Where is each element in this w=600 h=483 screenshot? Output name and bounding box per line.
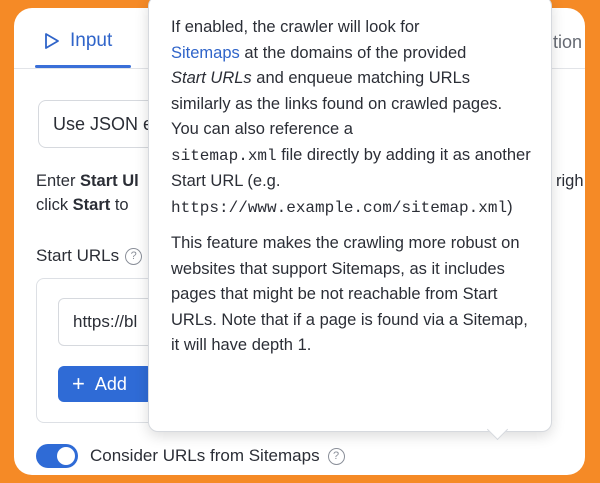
instruction-bold: Start bbox=[72, 196, 111, 214]
play-icon bbox=[44, 32, 60, 50]
sitemaps-tooltip: If enabled, the crawler will look for Si… bbox=[148, 0, 552, 441]
tooltip-text: at the domains of the provided bbox=[239, 43, 467, 62]
tab-input-label: Input bbox=[70, 30, 113, 51]
tab-partial-label[interactable]: ıtion bbox=[548, 32, 582, 53]
tooltip-paragraph-2: This feature makes the crawling more rob… bbox=[171, 234, 528, 354]
tooltip-text: ) bbox=[507, 197, 513, 216]
tooltip-emphasis: Start URLs bbox=[171, 69, 252, 87]
instruction-text: click bbox=[36, 196, 73, 214]
sitemaps-toggle-label: Consider URLs from Sitemaps ? bbox=[90, 446, 345, 466]
help-icon[interactable]: ? bbox=[125, 247, 143, 265]
help-icon[interactable]: ? bbox=[327, 447, 345, 465]
tooltip-code: https://www.example.com/sitemap.xml bbox=[171, 198, 508, 217]
instruction-text: to bbox=[110, 196, 129, 214]
instruction-bold: Start Ul bbox=[80, 172, 139, 190]
plus-icon: + bbox=[72, 371, 85, 396]
tooltip-text: If enabled, the crawler will look for bbox=[171, 18, 420, 36]
tooltip-paragraph-1: If enabled, the crawler will look for Si… bbox=[171, 15, 531, 221]
instruction-text: Enter bbox=[36, 172, 81, 190]
instruction-line-1: Enter Start Ul bbox=[36, 172, 139, 191]
tooltip-code: sitemap.xml bbox=[171, 146, 277, 165]
instruction-line-2: click Start to bbox=[36, 196, 129, 215]
sitemaps-toggle[interactable] bbox=[36, 444, 78, 468]
add-url-button[interactable]: + Add bbox=[58, 366, 153, 402]
sitemaps-toggle-text: Consider URLs from Sitemaps bbox=[90, 446, 320, 465]
sitemaps-link[interactable]: Sitemaps bbox=[171, 44, 240, 62]
tab-input[interactable]: Input bbox=[44, 30, 112, 52]
start-urls-label: Start URLs ? bbox=[36, 246, 143, 266]
start-urls-label-text: Start URLs bbox=[36, 246, 120, 265]
add-url-label: Add bbox=[94, 373, 127, 394]
instruction-right-fragment: righ bbox=[556, 172, 584, 190]
